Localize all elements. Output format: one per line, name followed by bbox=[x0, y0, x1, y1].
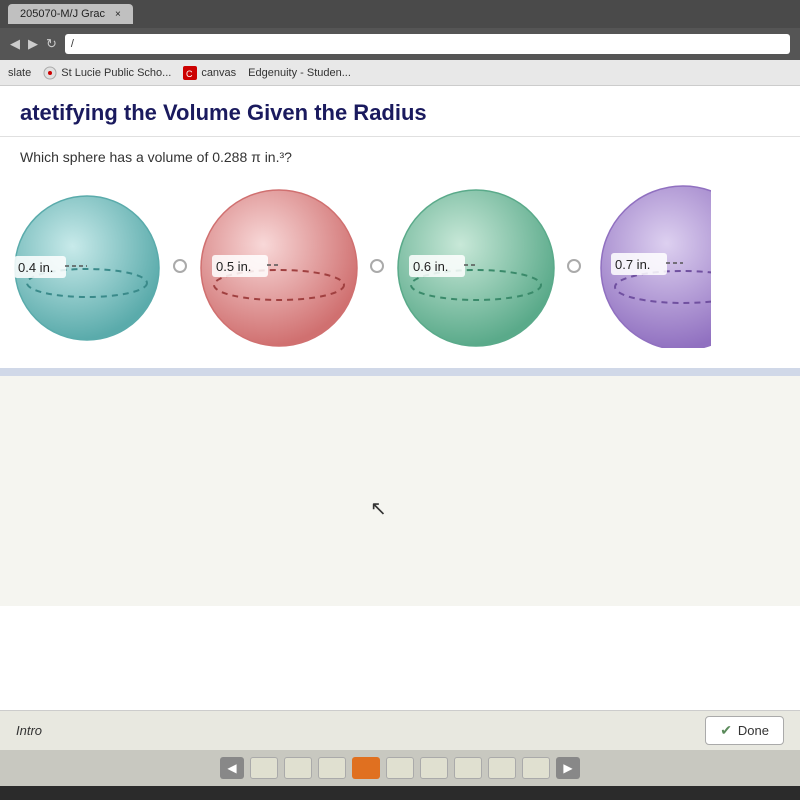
nav-dot-7[interactable] bbox=[454, 757, 482, 779]
tab-close-button[interactable]: × bbox=[115, 9, 121, 20]
nav-dot-4[interactable] bbox=[352, 757, 380, 779]
nav-dot-3[interactable] bbox=[318, 757, 346, 779]
footer: Intro ✔ Done bbox=[0, 710, 800, 750]
nav-dot-9[interactable] bbox=[522, 757, 550, 779]
bookmark-slate[interactable]: slate bbox=[8, 67, 31, 79]
bookmark-stlucie[interactable]: St Lucie Public Scho... bbox=[43, 66, 171, 80]
sphere-wrapper-4[interactable]: 0.7 in. bbox=[591, 183, 711, 348]
svg-text:0.7 in.: 0.7 in. bbox=[615, 257, 650, 272]
nav-dot-2[interactable] bbox=[284, 757, 312, 779]
back-button[interactable]: ◀ bbox=[10, 36, 20, 52]
tab-bar: 205070-M/J Grac × bbox=[0, 0, 800, 28]
done-checkmark-icon: ✔ bbox=[720, 722, 732, 739]
page-container: ate tifying the Volume Given the Radius … bbox=[0, 86, 800, 710]
spheres-container: 0.4 in. bbox=[0, 173, 800, 368]
separator-band bbox=[0, 368, 800, 376]
cursor-indicator: ↖ bbox=[370, 496, 387, 521]
bottom-area: ↖ bbox=[0, 376, 800, 606]
refresh-button[interactable]: ↻ bbox=[46, 36, 57, 52]
sphere-option-2[interactable]: 0.5 in. bbox=[197, 183, 384, 348]
canvas-icon: C bbox=[183, 66, 197, 80]
nav-bar: ◀ ▶ ↻ / bbox=[0, 28, 800, 60]
url-text: / bbox=[71, 38, 74, 50]
footer-intro: Intro bbox=[16, 723, 42, 738]
nav-dot-6[interactable] bbox=[420, 757, 448, 779]
svg-text:0.5 in.: 0.5 in. bbox=[216, 259, 251, 274]
svg-text:C: C bbox=[186, 69, 193, 79]
sphere-wrapper-3[interactable]: 0.6 in. bbox=[394, 183, 559, 348]
edgenuity-label: Edgenuity - Studen... bbox=[248, 67, 351, 79]
nav-dots-bar: ◀ ▶ bbox=[0, 750, 800, 786]
radio-sphere-1[interactable] bbox=[173, 259, 187, 273]
nav-prev-button[interactable]: ◀ bbox=[220, 757, 244, 779]
bookmarks-bar: slate St Lucie Public Scho... C canvas E… bbox=[0, 60, 800, 86]
page-title: tifying the Volume Given the Radius bbox=[52, 100, 427, 126]
question-prefix: Which s bbox=[20, 149, 70, 165]
stlucie-icon bbox=[43, 66, 57, 80]
forward-button[interactable]: ▶ bbox=[28, 36, 38, 52]
active-tab[interactable]: 205070-M/J Grac × bbox=[8, 4, 133, 24]
sphere-wrapper-1[interactable]: 0.4 in. bbox=[10, 188, 165, 343]
nav-next-button[interactable]: ▶ bbox=[556, 757, 580, 779]
radio-sphere-3[interactable] bbox=[567, 259, 581, 273]
bookmark-canvas[interactable]: C canvas bbox=[183, 66, 236, 80]
title-prefix: ate bbox=[20, 100, 52, 126]
svg-text:0.4 in.: 0.4 in. bbox=[18, 260, 53, 275]
question-text: Which sphere has a volume of 0.288 π in.… bbox=[0, 137, 800, 173]
sphere-svg-3: 0.6 in. bbox=[394, 183, 559, 348]
sphere-option-4[interactable]: 0.7 in. bbox=[591, 183, 711, 348]
sphere-wrapper-2[interactable]: 0.5 in. bbox=[197, 183, 362, 348]
sphere-svg-1: 0.4 in. bbox=[10, 188, 165, 343]
canvas-label: canvas bbox=[201, 67, 236, 79]
done-label: Done bbox=[738, 723, 769, 738]
svg-text:0.6 in.: 0.6 in. bbox=[413, 259, 448, 274]
sphere-option-1[interactable]: 0.4 in. bbox=[10, 188, 187, 343]
browser-chrome: 205070-M/J Grac × ◀ ▶ ↻ / bbox=[0, 0, 800, 60]
tab-label: 205070-M/J Grac bbox=[20, 8, 105, 20]
nav-dot-1[interactable] bbox=[250, 757, 278, 779]
stlucie-label: St Lucie Public Scho... bbox=[61, 67, 171, 79]
page-title-bar: ate tifying the Volume Given the Radius bbox=[0, 86, 800, 137]
question-body: phere has a volume of 0.288 π in.³? bbox=[70, 149, 292, 165]
nav-dot-8[interactable] bbox=[488, 757, 516, 779]
slate-label: slate bbox=[8, 67, 31, 79]
content-area: ate tifying the Volume Given the Radius … bbox=[0, 86, 800, 710]
done-button[interactable]: ✔ Done bbox=[705, 716, 784, 745]
url-bar[interactable]: / bbox=[65, 34, 790, 54]
nav-dot-5[interactable] bbox=[386, 757, 414, 779]
bookmark-edgenuity[interactable]: Edgenuity - Studen... bbox=[248, 67, 351, 79]
sphere-svg-2: 0.5 in. bbox=[197, 183, 362, 348]
radio-sphere-2[interactable] bbox=[370, 259, 384, 273]
sphere-option-3[interactable]: 0.6 in. bbox=[394, 183, 581, 348]
sphere-svg-4: 0.7 in. bbox=[591, 183, 711, 348]
